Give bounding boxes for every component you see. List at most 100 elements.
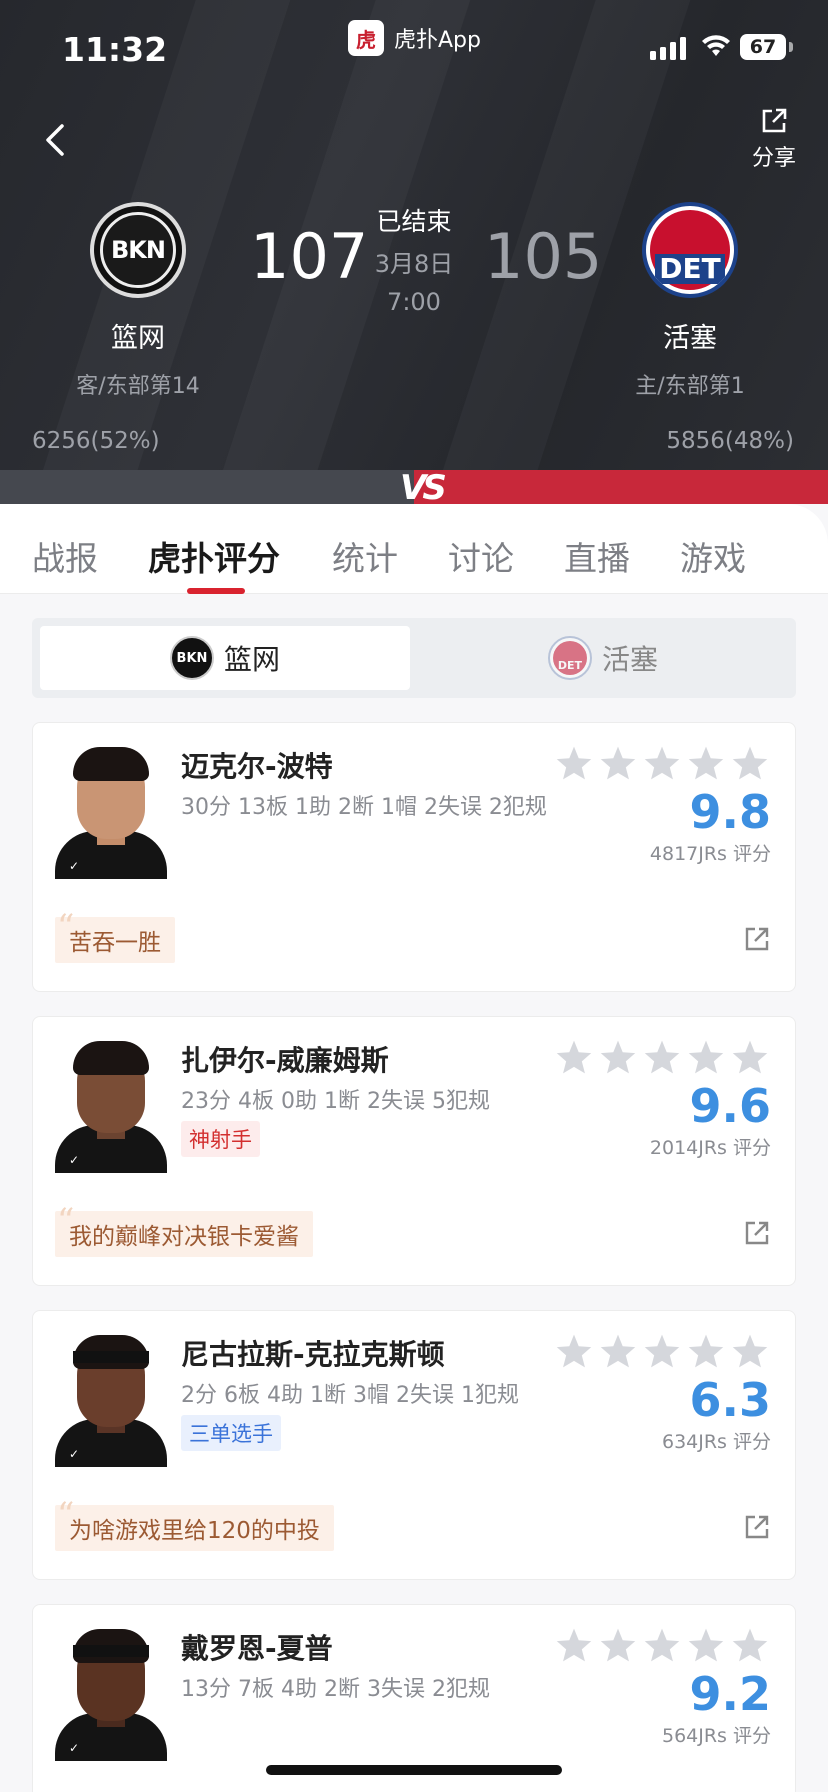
share-button[interactable]: 分享 xyxy=(740,106,808,172)
star-icon[interactable] xyxy=(687,1627,725,1663)
player-stats: 13分 7板 4助 2断 3失误 2犯规 xyxy=(181,1677,490,1702)
home-score: 107 xyxy=(250,220,369,293)
player-card[interactable]: ✓ 迈克尔-波特 30分 13板 1助 2断 1帽 2失误 2犯规 9.8 48… xyxy=(32,722,796,992)
away-support-bar xyxy=(414,470,828,504)
rating-count: 4817JRs 评分 xyxy=(649,843,771,865)
team-toggle-pistons[interactable]: DET 活塞 xyxy=(418,626,788,690)
home-support-bar xyxy=(0,470,414,504)
player-card[interactable]: ✓ 尼古拉斯-克拉克斯顿 2分 6板 4助 1断 3帽 2失误 1犯规 三单选手… xyxy=(32,1310,796,1580)
nets-logo-icon: BKN xyxy=(169,636,214,680)
star-icon[interactable] xyxy=(731,1039,769,1075)
player-stats: 23分 4板 0助 1断 2失误 5犯规 xyxy=(181,1089,490,1114)
star-icon[interactable] xyxy=(555,1333,593,1369)
active-tab-indicator xyxy=(187,588,245,594)
external-link-icon[interactable] xyxy=(743,1513,771,1541)
home-team-name: 篮网 xyxy=(111,323,165,354)
nets-logo[interactable]: BKN xyxy=(90,202,186,298)
team-toggle-nets[interactable]: BKN 篮网 xyxy=(40,626,410,690)
player-avatar: ✓ xyxy=(55,1335,167,1467)
battery-icon: 67 xyxy=(740,34,786,60)
star-icon[interactable] xyxy=(687,745,725,781)
tab-report[interactable]: 战报 xyxy=(32,532,98,580)
star-rating-input[interactable] xyxy=(555,1333,769,1369)
back-arrow-icon[interactable] xyxy=(36,118,76,162)
star-icon[interactable] xyxy=(731,1627,769,1663)
star-icon[interactable] xyxy=(643,745,681,781)
wifi-icon xyxy=(702,35,730,56)
star-icon[interactable] xyxy=(555,1039,593,1075)
rating-count: 634JRs 评分 xyxy=(661,1431,771,1453)
external-link-icon[interactable] xyxy=(743,925,771,953)
star-icon[interactable] xyxy=(599,1333,637,1369)
rating-count: 564JRs 评分 xyxy=(661,1725,771,1747)
player-rating: 6.3 xyxy=(689,1373,772,1427)
external-link-icon[interactable] xyxy=(743,1219,771,1247)
player-avatar: ✓ xyxy=(55,1629,167,1761)
home-team-sub: 客/东部第14 xyxy=(76,374,200,399)
share-icon xyxy=(762,108,787,133)
player-avatar: ✓ xyxy=(55,747,167,879)
star-icon[interactable] xyxy=(687,1039,725,1075)
rating-count: 2014JRs 评分 xyxy=(649,1137,771,1159)
star-icon[interactable] xyxy=(643,1039,681,1075)
game-datetime: 3月8日 7:00 xyxy=(364,245,464,321)
star-icon[interactable] xyxy=(687,1333,725,1369)
hot-comment[interactable]: “为啥游戏里给120的中投 xyxy=(55,1495,334,1551)
player-badge: 三单选手 xyxy=(181,1415,281,1451)
hot-comment[interactable]: “我的巅峰对决银卡爱酱 xyxy=(55,1201,313,1257)
player-name: 扎伊尔-威廉姆斯 xyxy=(181,1044,389,1077)
game-time: 7:00 xyxy=(387,288,441,316)
status-bar: 11:32 虎 虎扑App 67 xyxy=(0,0,828,100)
pistons-logo[interactable]: DET xyxy=(642,202,738,298)
player-badge: 神射手 xyxy=(181,1121,260,1157)
tab-discussion[interactable]: 讨论 xyxy=(448,532,514,580)
star-rating-input[interactable] xyxy=(555,1627,769,1663)
player-rating: 9.2 xyxy=(689,1667,772,1721)
game-date: 3月8日 xyxy=(374,250,454,278)
star-rating-input[interactable] xyxy=(555,1039,769,1075)
player-stats: 30分 13板 1助 2断 1帽 2失误 2犯规 xyxy=(181,795,547,820)
star-icon[interactable] xyxy=(555,745,593,781)
away-score: 105 xyxy=(484,220,603,293)
pistons-logo-icon: DET xyxy=(547,636,592,680)
home-indicator[interactable] xyxy=(266,1765,562,1775)
player-rating: 9.8 xyxy=(689,785,772,839)
tab-bar: 战报 虎扑评分 统计 讨论 直播 游戏 xyxy=(0,504,828,594)
player-card[interactable]: ✓ 扎伊尔-威廉姆斯 23分 4板 0助 1断 2失误 5犯规 神射手 9.6 … xyxy=(32,1016,796,1286)
player-name: 戴罗恩-夏普 xyxy=(181,1632,333,1665)
tab-stats[interactable]: 统计 xyxy=(332,532,398,580)
star-icon[interactable] xyxy=(599,1039,637,1075)
star-icon[interactable] xyxy=(731,1333,769,1369)
game-header: 11:32 虎 虎扑App 67 分享 BKN 篮网 客/东部第14 107 已… xyxy=(0,0,828,470)
game-status: 已结束 xyxy=(376,207,452,236)
tab-live[interactable]: 直播 xyxy=(564,532,630,580)
team-toggle-label: 篮网 xyxy=(223,643,280,676)
tab-game[interactable]: 游戏 xyxy=(680,532,746,580)
hot-comment[interactable]: “苦吞一胜 xyxy=(55,907,175,963)
star-icon[interactable] xyxy=(731,745,769,781)
star-icon[interactable] xyxy=(643,1333,681,1369)
star-icon[interactable] xyxy=(599,1627,637,1663)
app-indicator: 虎 虎扑App xyxy=(348,20,481,56)
away-team-name: 活塞 xyxy=(663,323,717,354)
home-support-count: 6256(52%) xyxy=(32,428,160,454)
star-icon[interactable] xyxy=(643,1627,681,1663)
share-label: 分享 xyxy=(751,146,796,171)
away-support-count: 5856(48%) xyxy=(666,428,794,454)
app-name: 虎扑App xyxy=(394,28,481,53)
status-time: 11:32 xyxy=(62,30,168,69)
app-logo-icon: 虎 xyxy=(348,20,384,56)
star-icon[interactable] xyxy=(599,745,637,781)
player-card[interactable]: ✓ 戴罗恩-夏普 13分 7板 4助 2断 3失误 2犯规 9.2 564JRs… xyxy=(32,1604,796,1792)
player-stats: 2分 6板 4助 1断 3帽 2失误 1犯规 xyxy=(181,1383,519,1408)
player-name: 迈克尔-波特 xyxy=(181,750,333,783)
cellular-signal-icon xyxy=(650,36,686,60)
star-rating-input[interactable] xyxy=(555,745,769,781)
tab-rating[interactable]: 虎扑评分 xyxy=(148,532,280,580)
team-toggle-label: 活塞 xyxy=(601,643,658,676)
star-icon[interactable] xyxy=(555,1627,593,1663)
player-name: 尼古拉斯-克拉克斯顿 xyxy=(181,1338,445,1371)
battery-tip xyxy=(789,42,793,52)
away-team-sub: 主/东部第1 xyxy=(635,374,745,399)
player-rating: 9.6 xyxy=(689,1079,772,1133)
